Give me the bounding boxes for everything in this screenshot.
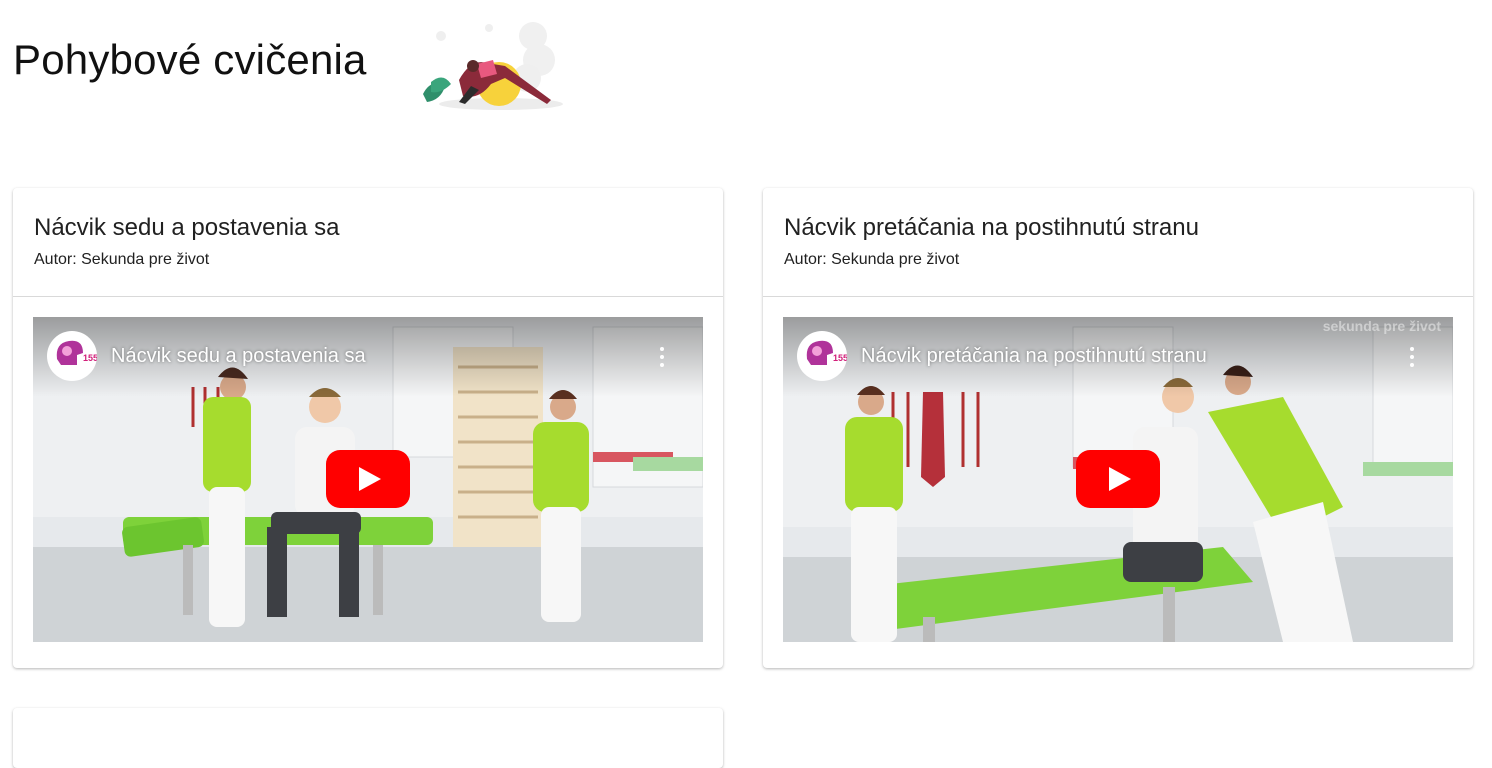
more-vert-icon[interactable] bbox=[659, 347, 665, 367]
page-title: Pohybové cvičenia bbox=[13, 36, 367, 83]
video-card: Nácvik sedu a postavenia sa Autor: Sekun… bbox=[13, 188, 723, 668]
card-title: Nácvik sedu a postavenia sa bbox=[34, 214, 340, 241]
svg-text:155: 155 bbox=[833, 353, 847, 363]
page-header: Pohybové cvičenia bbox=[13, 8, 613, 118]
youtube-play-icon[interactable] bbox=[326, 450, 410, 508]
video-card-partial bbox=[13, 708, 723, 768]
more-vert-icon[interactable] bbox=[1409, 347, 1415, 367]
exercise-illustration bbox=[423, 22, 563, 110]
card-header: Nácvik sedu a postavenia sa Autor: Sekun… bbox=[13, 188, 723, 297]
video-title[interactable]: Nácvik sedu a postavenia sa bbox=[111, 345, 366, 368]
card-title: Nácvik pretáčania na postihnutú stranu bbox=[784, 214, 1199, 241]
video-watermark: sekunda pre život bbox=[1322, 318, 1441, 334]
video-player[interactable]: 155 Nácvik sedu a postavenia sa bbox=[33, 317, 703, 642]
channel-logo-icon[interactable]: 155 bbox=[797, 331, 847, 381]
card-author: Autor: Sekunda pre život bbox=[34, 251, 210, 268]
card-author: Autor: Sekunda pre život bbox=[784, 251, 960, 268]
card-header: Nácvik pretáčania na postihnutú stranu A… bbox=[763, 188, 1473, 297]
svg-text:155: 155 bbox=[83, 353, 97, 363]
youtube-play-icon[interactable] bbox=[1076, 450, 1160, 508]
video-card: Nácvik pretáčania na postihnutú stranu A… bbox=[763, 188, 1473, 668]
video-title[interactable]: Nácvik pretáčania na postihnutú stranu bbox=[861, 345, 1207, 368]
video-player[interactable]: sekunda pre život 155 Nácvik pretáčania … bbox=[783, 317, 1453, 642]
channel-logo-icon[interactable]: 155 bbox=[47, 331, 97, 381]
